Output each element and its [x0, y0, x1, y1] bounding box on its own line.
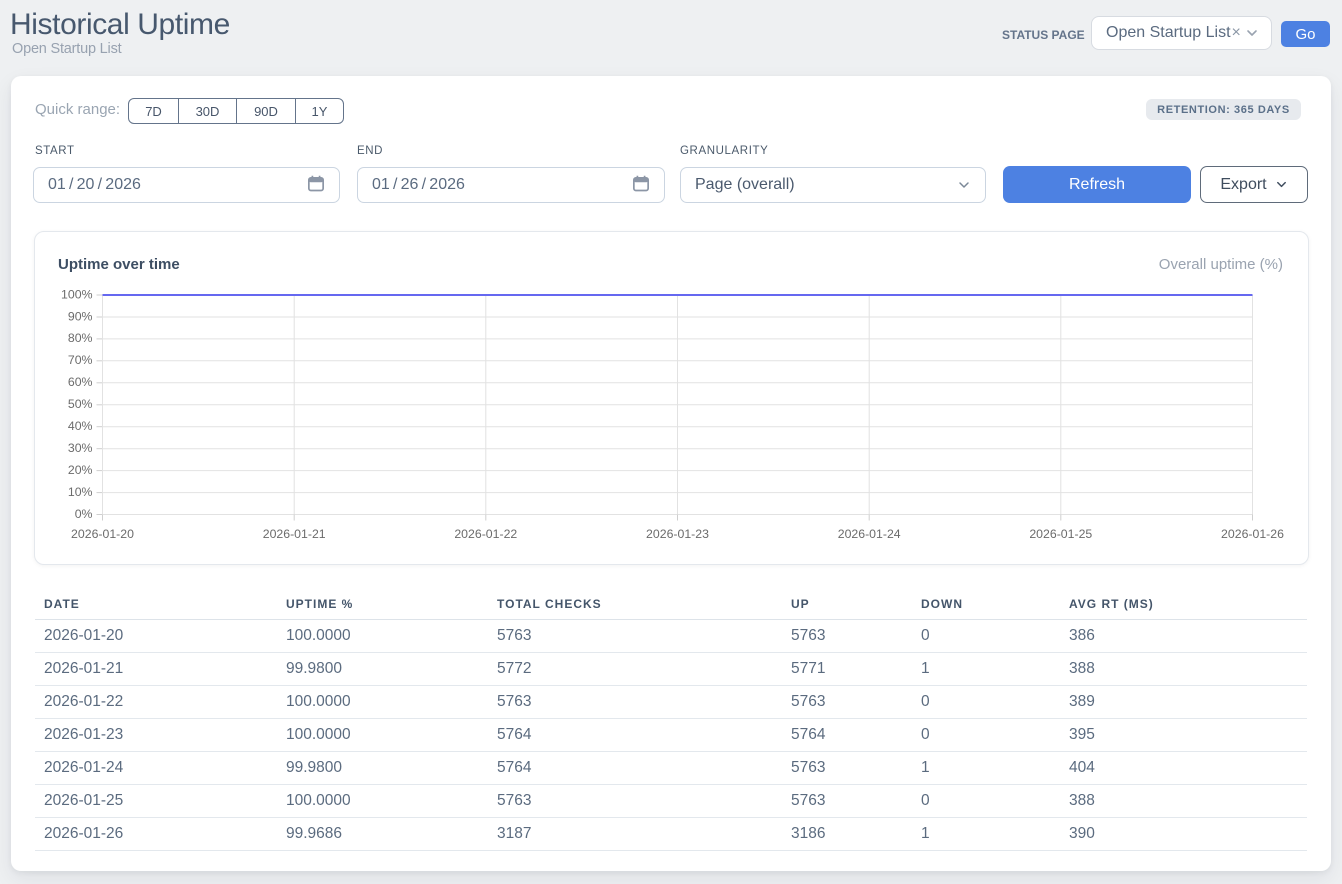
svg-text:2026-01-24: 2026-01-24 — [838, 527, 901, 541]
svg-text:50%: 50% — [68, 397, 93, 411]
svg-text:90%: 90% — [68, 309, 93, 323]
svg-text:60%: 60% — [68, 375, 93, 389]
svg-text:30%: 30% — [68, 441, 93, 455]
svg-text:2026-01-23: 2026-01-23 — [646, 527, 709, 541]
svg-text:20%: 20% — [68, 463, 93, 477]
svg-text:2026-01-20: 2026-01-20 — [71, 527, 134, 541]
svg-text:2026-01-26: 2026-01-26 — [1221, 527, 1284, 541]
svg-text:10%: 10% — [68, 485, 93, 499]
svg-text:70%: 70% — [68, 353, 93, 367]
svg-text:40%: 40% — [68, 419, 93, 433]
svg-text:2026-01-22: 2026-01-22 — [454, 527, 517, 541]
svg-text:0%: 0% — [75, 507, 93, 521]
svg-text:80%: 80% — [68, 331, 93, 345]
svg-text:100%: 100% — [61, 287, 93, 301]
svg-text:2026-01-25: 2026-01-25 — [1029, 527, 1092, 541]
svg-text:2026-01-21: 2026-01-21 — [263, 527, 326, 541]
